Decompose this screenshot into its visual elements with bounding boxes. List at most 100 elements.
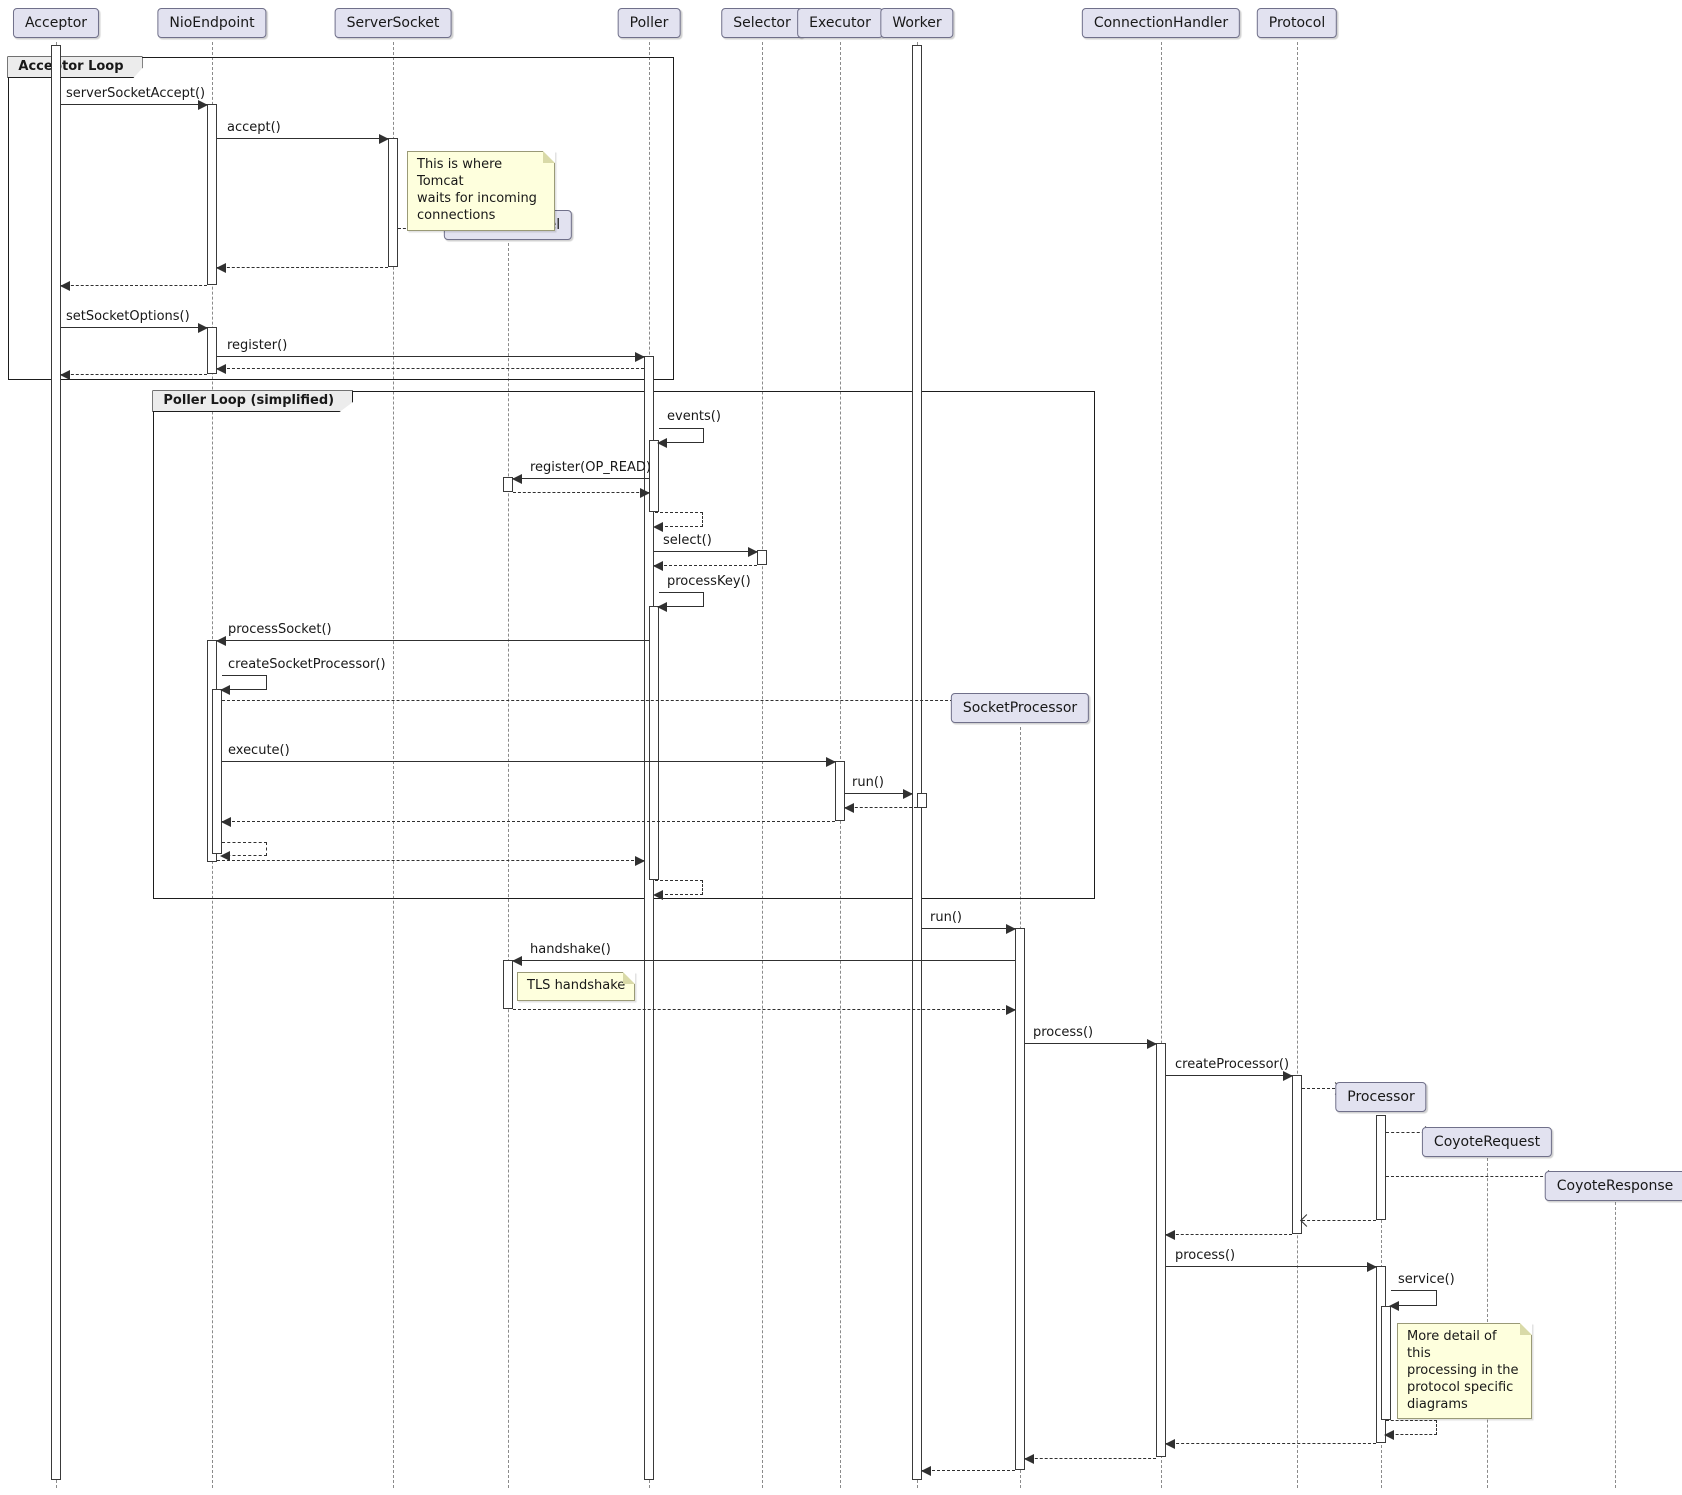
- note-tomcat-waits: This is where Tomcat waits for incoming …: [407, 151, 555, 231]
- message-label-process-connectionhandler: process(): [1033, 1025, 1093, 1040]
- activation-selector: [757, 550, 767, 565]
- arrowhead-icon: [903, 789, 913, 799]
- participant-worker: Worker: [880, 8, 953, 38]
- arrow-events-selfreturn: [655, 512, 703, 527]
- message-label-createprocessor: createProcessor(): [1175, 1057, 1289, 1072]
- arrowhead-icon: [216, 263, 226, 273]
- activation-poller-processkey: [649, 606, 659, 880]
- participant-acceptor: Acceptor: [13, 8, 99, 38]
- arrowhead-icon: [748, 547, 758, 557]
- arrowhead-icon: [826, 757, 836, 767]
- participant-protocol: Protocol: [1257, 8, 1337, 38]
- arrow-return-processsocket: [217, 860, 644, 861]
- arrowhead-icon: [1389, 1301, 1399, 1311]
- activation-nioendpoint-1: [207, 104, 217, 285]
- message-label-serversocketaccept: serverSocketAccept(): [66, 86, 205, 101]
- participant-processor: Processor: [1335, 1082, 1426, 1112]
- arrow-service-selfcall: [1391, 1290, 1437, 1306]
- arrowhead-icon: [1283, 1071, 1293, 1081]
- note-more-detail: More detail of this processing in the pr…: [1397, 1323, 1532, 1419]
- arrow-return-setsocketoptions: [61, 374, 207, 375]
- activation-socketchannel-2: [503, 960, 513, 1009]
- activation-worker: [912, 45, 922, 1480]
- arrowhead-icon: [221, 817, 231, 827]
- arrowhead-icon: [1147, 1039, 1157, 1049]
- frame-acceptor-loop-label: Acceptor Loop: [7, 56, 142, 78]
- arrowhead-icon: [653, 561, 663, 571]
- arrowhead-icon: [1024, 1454, 1034, 1464]
- arrow-select: [654, 551, 757, 552]
- arrow-return-register: [217, 368, 644, 369]
- arrow-return-select: [654, 565, 757, 566]
- participant-executor: Executor: [797, 8, 883, 38]
- sequence-diagram: Acceptor Loop Poller Loop (simplified) A…: [0, 0, 1682, 1495]
- activation-processor-1: [1376, 1115, 1386, 1220]
- arrowhead-icon: [512, 474, 522, 484]
- participant-poller: Poller: [618, 8, 681, 38]
- message-label-processsocket: processSocket(): [228, 622, 332, 637]
- arrowhead-icon: [653, 522, 663, 532]
- arrow-return-register-opread: [513, 492, 649, 493]
- arrow-events-selfcall: [659, 428, 704, 443]
- arrowhead-icon: [220, 685, 230, 695]
- arrow-return-execute: [222, 821, 835, 822]
- arrow-accept: [217, 138, 388, 139]
- arrowhead-icon: [653, 890, 663, 900]
- participant-nioendpoint: NioEndpoint: [157, 8, 266, 38]
- message-label-register: register(): [227, 338, 287, 353]
- arrow-return-process-processor: [1166, 1443, 1376, 1444]
- arrowhead-icon: [60, 370, 70, 380]
- arrow-return-run-worker: [845, 807, 917, 808]
- arrowhead-icon: [1367, 1262, 1377, 1272]
- arrowhead-icon: [1165, 1439, 1175, 1449]
- arrowhead-icon: [1006, 924, 1016, 934]
- arrow-return-createprocessor: [1166, 1234, 1292, 1235]
- arrowhead-icon: [921, 1466, 931, 1476]
- arrow-return-handshake: [513, 1009, 1015, 1010]
- lifeline-protocol: [1297, 42, 1298, 1488]
- message-label-createsocketprocessor: createSocketProcessor(): [228, 657, 386, 672]
- arrow-register: [217, 356, 644, 357]
- participant-selector: Selector: [721, 8, 803, 38]
- arrow-create-socketprocessor: [222, 700, 958, 701]
- participant-coyoteresponse: CoyoteResponse: [1545, 1171, 1682, 1201]
- arrowhead-icon: [657, 602, 667, 612]
- message-label-setsocketoptions: setSocketOptions(): [66, 309, 190, 324]
- participant-serversocket: ServerSocket: [335, 8, 452, 38]
- arrowhead-icon: [512, 956, 522, 966]
- message-label-accept: accept(): [227, 120, 281, 135]
- message-label-select: select(): [663, 533, 712, 548]
- arrow-handshake: [513, 960, 1015, 961]
- arrow-serversocketaccept: [61, 104, 207, 105]
- arrow-return-accept: [217, 267, 388, 268]
- arrow-process-connectionhandler: [1025, 1043, 1156, 1044]
- activation-serversocket: [388, 138, 398, 267]
- arrow-processkey-selfcall: [659, 592, 704, 607]
- activation-poller-events: [649, 440, 659, 512]
- arrow-register-opread: [513, 478, 649, 479]
- arrowhead-icon: [60, 281, 70, 291]
- arrow-createprocessor: [1166, 1075, 1292, 1076]
- arrow-run-socketprocessor: [922, 928, 1015, 929]
- arrowhead-icon: [635, 352, 645, 362]
- arrowhead-icon: [635, 856, 645, 866]
- arrow-createsocketprocessor-selfcall: [222, 675, 267, 690]
- activation-acceptor: [51, 45, 61, 1480]
- arrowhead-icon: [1006, 1005, 1016, 1015]
- message-label-process-processor: process(): [1175, 1248, 1235, 1263]
- participant-socketprocessor: SocketProcessor: [951, 693, 1089, 723]
- frame-poller-loop-label: Poller Loop (simplified): [152, 390, 353, 412]
- arrowhead-icon: [657, 438, 667, 448]
- activation-connectionhandler: [1156, 1043, 1166, 1457]
- activation-worker-run: [917, 793, 927, 808]
- arrow-createsocketprocessor-selfreturn: [222, 842, 267, 856]
- arrowhead-icon: [216, 364, 226, 374]
- arrow-return-serversocketaccept: [61, 285, 207, 286]
- arrowhead-icon: [216, 636, 226, 646]
- frame-acceptor-loop: Acceptor Loop: [8, 57, 674, 380]
- arrow-process-processor: [1166, 1266, 1376, 1267]
- arrowhead-icon: [640, 488, 650, 498]
- activation-nioendpoint-3-nested: [212, 689, 222, 854]
- activation-socketprocessor: [1015, 928, 1025, 1470]
- activation-protocol: [1292, 1075, 1302, 1234]
